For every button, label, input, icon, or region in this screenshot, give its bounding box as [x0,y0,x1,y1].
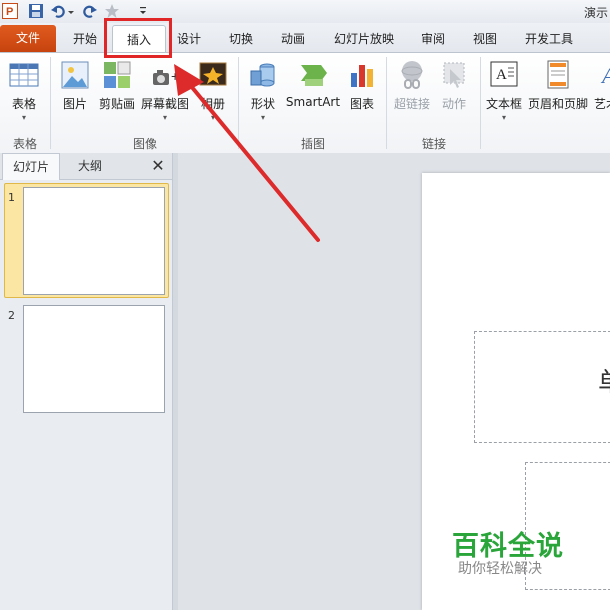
watermark-subtitle: 助你轻松解决 [458,561,542,577]
annotation-arrow [174,64,320,242]
